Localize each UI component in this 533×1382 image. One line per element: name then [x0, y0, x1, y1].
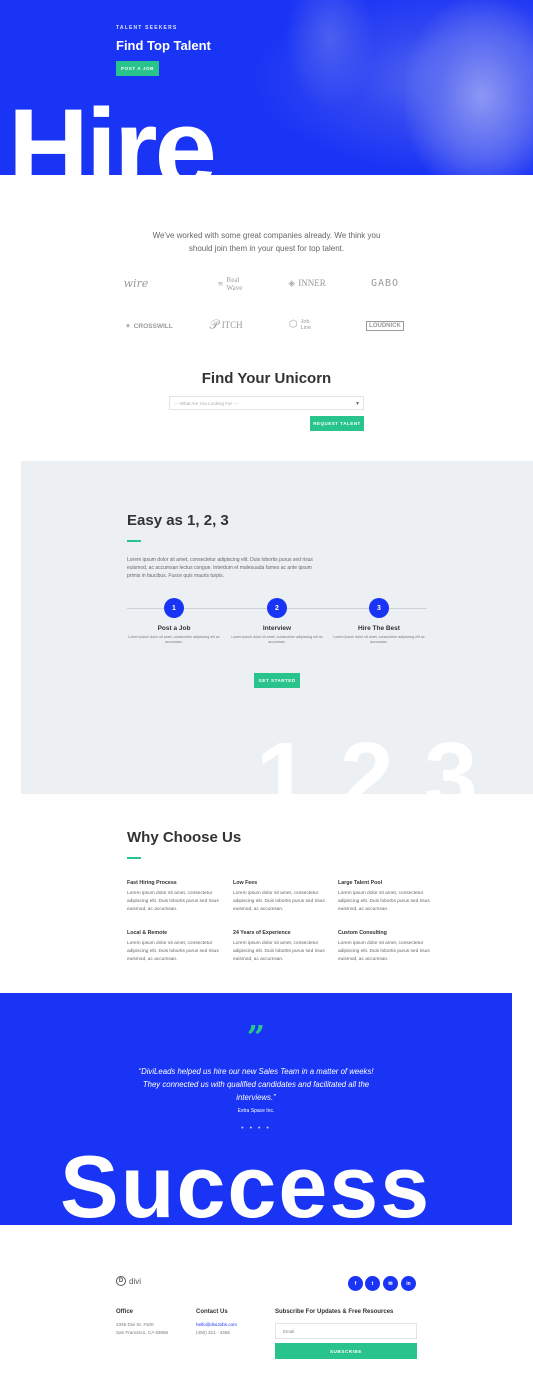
logo-gabo-text: GABO — [370, 277, 400, 289]
footer-logo[interactable]: D divi — [116, 1276, 141, 1286]
twitter-icon[interactable]: t — [365, 1276, 380, 1291]
feature-text: Lorem ipsum dolor sit amet, consectetur … — [233, 941, 325, 962]
contact-phone: (450) 321 - 3455 — [196, 1330, 230, 1335]
feature-text: Lorem ipsum dolor sit amet, consectetur … — [233, 891, 325, 912]
contact-details: hello@diviJobs.com (450) 321 - 3455 — [196, 1321, 237, 1337]
facebook-icon[interactable]: f — [348, 1276, 363, 1291]
wave-icon: ≋ — [217, 280, 224, 288]
logo-crosswill: ✦ CROSSWILL — [119, 317, 179, 335]
contact-heading: Contact Us — [196, 1309, 228, 1315]
feature-fast-hiring: Fast Hiring Process Lorem ipsum dolor si… — [127, 880, 227, 914]
step-title: Interview — [262, 625, 292, 632]
quote-icon: ” — [246, 1018, 266, 1056]
step-number: 2 — [267, 598, 287, 618]
feature-title: Local & Remote — [127, 930, 168, 936]
step-1: 1 Post a Job Lorem ipsum dolor sit amet,… — [124, 598, 224, 645]
step-text: Lorem ipsum dolor sit amet, consectetur … — [128, 635, 220, 644]
clients-intro: We've worked with some great companies a… — [152, 231, 381, 253]
step-2: 2 Interview Lorem ipsum dolor sit amet, … — [227, 598, 327, 645]
contact-email-link[interactable]: hello@diviJobs.com — [196, 1321, 237, 1329]
testimonial-author: Extra Space Inc. — [237, 1108, 275, 1114]
feature-text: Lorem ipsum dolor sit amet, consectetur … — [127, 891, 219, 912]
logo-gabo: GABO — [355, 274, 415, 292]
step-3: 3 Hire The Best Lorem ipsum dolor sit am… — [329, 598, 429, 645]
hero-eyebrow: TALENT SEEKERS — [116, 25, 178, 31]
feature-low-fees: Low Fees Lorem ipsum dolor sit amet, con… — [233, 880, 333, 914]
post-job-button[interactable]: POST A JOB — [116, 61, 159, 76]
steps-big-text: 1.2.3. — [256, 723, 509, 795]
steps-body: Lorem ipsum dolor sit amet, consectetur … — [127, 557, 313, 579]
logo-crosswill-text: CROSSWILL — [133, 322, 173, 330]
logo-loudnick: LOUDNICK — [355, 317, 415, 335]
logo-jobline-text2: Line — [300, 325, 312, 331]
logo-jobline-wordmark: Job Line — [301, 319, 311, 331]
testimonial-quote: “DiviLeads helped us hire our new Sales … — [138, 1067, 374, 1102]
logo-jobline: ⬡ Job Line — [270, 316, 330, 334]
logo-realwave: ≋ Real Wave — [200, 275, 260, 293]
logo-pitch-text: ITCH — [221, 320, 243, 330]
feature-title: Custom Consulting — [338, 930, 387, 936]
step-number: 1 — [164, 598, 184, 618]
feature-title: Low Fees — [233, 880, 258, 886]
logo-wire: wire — [106, 274, 166, 292]
step-title: Hire The Best — [358, 625, 400, 632]
logo-wire-text: wire — [123, 276, 149, 290]
office-heading: Office — [116, 1309, 134, 1315]
step-number: 3 — [369, 598, 389, 618]
feature-title: Large Talent Pool — [338, 880, 383, 886]
logo-inner-text: INNER — [298, 278, 326, 288]
feature-text: Lorem ipsum dolor sit amet, consectetur … — [338, 941, 430, 962]
step-text: Lorem ipsum dolor sit amet, consectetur … — [333, 635, 425, 644]
logo-realwave-wordmark: Real Wave — [227, 276, 243, 292]
brand-name: divi — [129, 1276, 142, 1286]
job-type-select-value: --- What Are You Looking For --- — [174, 400, 238, 406]
hero-title: Find Top Talent — [116, 38, 211, 53]
office-address-line1: 2345 Divi St. #100 — [116, 1322, 154, 1327]
feature-text: Lorem ipsum dolor sit amet, consectetur … — [338, 891, 430, 912]
logo-pitch: 𝒫 ITCH — [196, 316, 256, 334]
hero-big-word: Hire — [8, 86, 217, 176]
cross-icon: ✦ — [125, 323, 131, 330]
feature-text: Lorem ipsum dolor sit amet, consectetur … — [127, 941, 219, 962]
linkedin-icon[interactable]: in — [401, 1276, 416, 1291]
why-divider — [127, 857, 141, 859]
email-field[interactable]: Email — [275, 1323, 417, 1339]
hero-photo-face — [405, 0, 533, 175]
feature-experience: 24 Years of Experience Lorem ipsum dolor… — [233, 930, 333, 964]
why-title: Why Choose Us — [127, 829, 242, 846]
office-address: 2345 Divi St. #100 San Francisco, CA 938… — [116, 1321, 168, 1337]
testimonial-big-word: Success — [60, 1137, 432, 1226]
p-icon: 𝒫 — [209, 317, 219, 332]
feature-talent-pool: Large Talent Pool Lorem ipsum dolor sit … — [338, 880, 438, 914]
caret-down-icon: ▼ — [355, 401, 360, 407]
job-type-select[interactable]: --- What Are You Looking For --- ▼ — [169, 396, 364, 410]
steps-divider — [127, 540, 141, 542]
step-text: Lorem ipsum dolor sit amet, consectetur … — [231, 635, 323, 644]
hero-section: TALENT SEEKERS Find Top Talent POST A JO… — [0, 0, 533, 175]
diamond-icon: ◈ — [288, 277, 296, 288]
logo-realwave-text2: Wave — [226, 284, 243, 292]
logo-realwave-text1: Real — [226, 276, 240, 284]
hexagon-icon: ⬡ — [288, 319, 298, 330]
steps-section: 1.2.3. Easy as 1, 2, 3 Lorem ipsum dolor… — [21, 461, 533, 794]
subscribe-button[interactable]: SUBSCRIBE — [275, 1343, 417, 1359]
feature-local-remote: Local & Remote Lorem ipsum dolor sit ame… — [127, 930, 227, 964]
feature-title: Fast Hiring Process — [127, 880, 177, 886]
divi-logo-icon: D — [116, 1276, 126, 1286]
step-title: Post a Job — [157, 625, 191, 632]
logo-loudnick-text: LOUDNICK — [366, 321, 404, 331]
email-icon[interactable]: ✉ — [383, 1276, 398, 1291]
hero-photo-person — [285, 0, 375, 110]
unicorn-title: Find Your Unicorn — [201, 370, 332, 387]
office-address-line2: San Francisco, CA 93856 — [116, 1330, 169, 1335]
subscribe-heading: Subscribe For Updates & Free Resources — [275, 1309, 394, 1315]
logo-inner: ◈ INNER — [277, 274, 337, 292]
feature-title: 24 Years of Experience — [233, 930, 291, 936]
feature-consulting: Custom Consulting Lorem ipsum dolor sit … — [338, 930, 438, 964]
carousel-dots[interactable]: • • • • — [0, 1125, 512, 1132]
steps-title: Easy as 1, 2, 3 — [127, 512, 229, 529]
get-started-button[interactable]: GET STARTED — [254, 673, 300, 688]
testimonial-section: ” “DiviLeads helped us hire our new Sale… — [0, 993, 512, 1225]
request-talent-button[interactable]: REQUEST TALENT — [310, 416, 364, 431]
